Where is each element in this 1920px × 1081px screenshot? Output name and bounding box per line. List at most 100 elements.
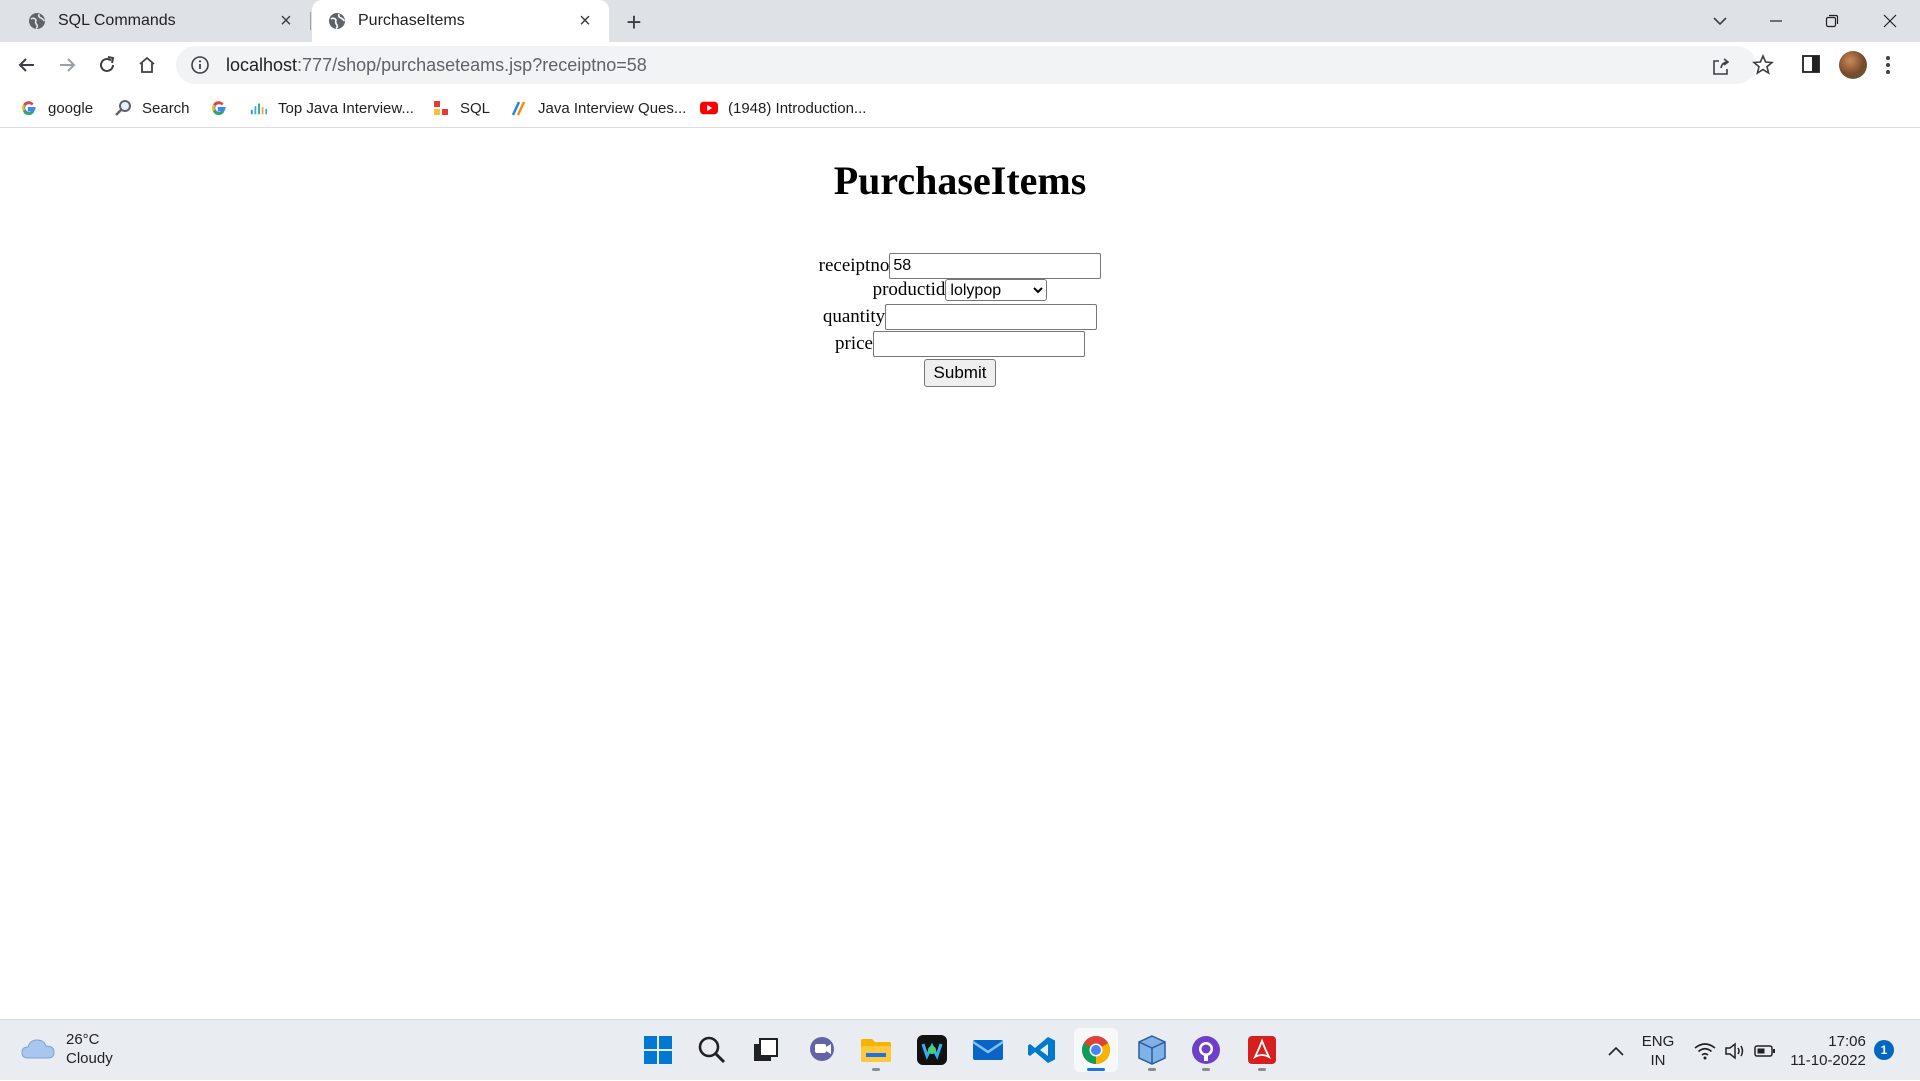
forward-button[interactable] xyxy=(52,50,82,80)
bookmark-star-icon[interactable] xyxy=(1752,54,1774,76)
battery-status[interactable] xyxy=(1750,1020,1780,1081)
tab-title: PurchaseItems xyxy=(358,12,465,29)
quantity-input[interactable] xyxy=(885,304,1098,330)
price-input[interactable] xyxy=(872,331,1085,357)
chat-icon xyxy=(810,1037,834,1061)
bookmark-sql[interactable]: SQL xyxy=(432,97,490,119)
clock-time: 17:06 xyxy=(1828,1032,1866,1050)
mail-icon xyxy=(972,1040,1004,1060)
restore-button[interactable] xyxy=(1804,0,1860,42)
github-desktop-button[interactable] xyxy=(1184,1028,1228,1072)
bookmark-java-interview[interactable]: Java Interview Ques... xyxy=(510,97,686,119)
tab-purchaseitems[interactable]: PurchaseItems × xyxy=(312,0,609,42)
app-webex-button[interactable] xyxy=(910,1028,954,1072)
quantity-label: quantity xyxy=(822,306,886,327)
running-indicator xyxy=(872,1068,880,1071)
bookmark-label: google xyxy=(48,99,94,117)
receiptno-input[interactable] xyxy=(889,253,1102,279)
home-button[interactable] xyxy=(132,50,162,80)
productid-select[interactable]: lolypop xyxy=(945,279,1048,301)
search-icon xyxy=(114,99,132,117)
running-indicator xyxy=(1087,1068,1105,1071)
weather-temp: 26°C xyxy=(66,1031,100,1048)
wifi-icon xyxy=(1694,1042,1716,1059)
reload-button[interactable] xyxy=(92,50,122,80)
wifi-status[interactable] xyxy=(1690,1020,1720,1081)
tab-sql-commands[interactable]: SQL Commands × xyxy=(12,0,310,42)
minimize-button[interactable] xyxy=(1748,0,1804,42)
weather-text: 26°C Cloudy xyxy=(66,1030,113,1068)
bookmark-youtube[interactable]: (1948) Introduction... xyxy=(700,97,866,119)
vscode-icon xyxy=(1028,1037,1055,1063)
new-tab-button[interactable]: + xyxy=(620,7,648,37)
virtualbox-button[interactable] xyxy=(1130,1028,1174,1072)
address-bar[interactable]: localhost:777/shop/purchaseteams.jsp?rec… xyxy=(176,46,1756,84)
acrobat-button[interactable] xyxy=(1240,1028,1284,1072)
menu-dots-icon[interactable] xyxy=(1884,54,1892,76)
chevron-up-icon xyxy=(1608,1046,1624,1056)
bookmark-top-java[interactable]: Top Java Interview... xyxy=(250,97,414,119)
price-row: price xyxy=(0,331,1920,357)
url-host: localhost xyxy=(226,54,298,75)
cube-icon xyxy=(1138,1035,1166,1065)
volume-status[interactable] xyxy=(1720,1020,1750,1081)
bookmark-google[interactable]: google xyxy=(20,97,93,119)
page-title: PurchaseItems xyxy=(833,158,1087,203)
close-icon[interactable]: × xyxy=(573,9,597,33)
profile-avatar[interactable] xyxy=(1839,51,1867,79)
close-icon[interactable]: × xyxy=(274,9,298,33)
file-explorer-button[interactable] xyxy=(854,1028,898,1072)
restore-icon xyxy=(1825,14,1839,28)
globe-icon xyxy=(29,13,46,30)
task-view-icon xyxy=(754,1038,778,1061)
taskbar-search-button[interactable] xyxy=(690,1028,734,1072)
side-panel-icon[interactable] xyxy=(1801,54,1821,74)
windows-icon xyxy=(644,1036,672,1064)
show-hidden-icons-button[interactable] xyxy=(1604,1020,1628,1081)
info-icon[interactable] xyxy=(190,55,210,75)
clock[interactable]: 17:06 11-10-2022 xyxy=(1786,1020,1870,1081)
running-indicator xyxy=(1148,1068,1156,1071)
vscode-button[interactable] xyxy=(1020,1028,1064,1072)
back-button[interactable] xyxy=(12,50,42,80)
notification-badge[interactable]: 1 xyxy=(1874,1040,1894,1060)
taskbar: 26°C Cloudy ENG IN 17:06 11-10-2022 1 xyxy=(0,1019,1920,1080)
pen-icon xyxy=(510,99,528,117)
teams-chat-button[interactable] xyxy=(800,1028,844,1072)
language-line1: ENG xyxy=(1641,1032,1675,1050)
bookmark-label: SQL xyxy=(460,99,491,117)
youtube-icon xyxy=(700,99,718,117)
language-indicator[interactable]: ENG IN xyxy=(1636,1020,1680,1081)
start-button[interactable] xyxy=(636,1028,680,1072)
close-window-button[interactable] xyxy=(1862,0,1918,42)
chrome-button[interactable] xyxy=(1074,1028,1118,1072)
mail-button[interactable] xyxy=(966,1028,1010,1072)
minimize-icon xyxy=(1770,20,1782,22)
chrome-icon xyxy=(1082,1036,1110,1064)
google-icon xyxy=(20,99,38,117)
submit-button[interactable]: Submit xyxy=(924,359,996,387)
globe-icon xyxy=(329,13,346,30)
task-view-button[interactable] xyxy=(744,1028,788,1072)
bookmark-search[interactable]: Search xyxy=(114,97,190,119)
share-icon[interactable] xyxy=(1710,56,1732,78)
bookmark-google-2[interactable] xyxy=(210,97,238,119)
webex-icon xyxy=(917,1035,947,1065)
chart-icon xyxy=(250,99,268,117)
reload-icon xyxy=(100,56,115,72)
folder-icon xyxy=(861,1039,891,1062)
bookmark-label: Top Java Interview... xyxy=(278,99,414,117)
receiptno-label: receiptno xyxy=(818,255,890,276)
tab-search-button[interactable] xyxy=(1692,0,1748,42)
running-indicator xyxy=(1202,1068,1210,1071)
weather-widget[interactable]: 26°C Cloudy xyxy=(20,1030,113,1068)
url-text[interactable]: localhost:777/shop/purchaseteams.jsp?rec… xyxy=(226,55,647,76)
home-icon xyxy=(139,56,155,73)
bookmark-label: Java Interview Ques... xyxy=(538,99,687,117)
arrow-left-icon xyxy=(18,58,34,72)
battery-icon xyxy=(1754,1044,1775,1057)
productid-row: productid lolypop xyxy=(0,279,1920,301)
volume-icon xyxy=(1725,1041,1744,1060)
quantity-row: quantity xyxy=(0,304,1920,330)
tab-separator xyxy=(310,12,311,30)
